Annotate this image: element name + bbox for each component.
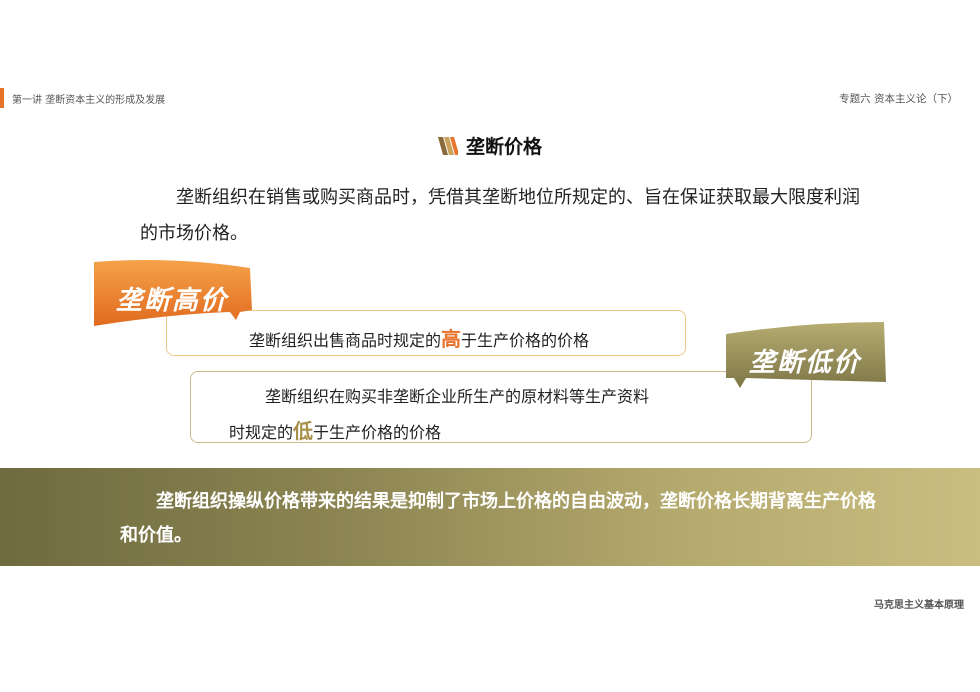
high-price-tag: 垄断高价 [90, 258, 254, 330]
low-price-tag-label: 垄断低价 [748, 348, 861, 378]
conclusion-band: 垄断组织操纵价格带来的结果是抑制了市场上价格的自由波动，垄断价格长期背离生产价格… [0, 468, 980, 566]
definition-text: 垄断组织在销售或购买商品时，凭借其垄断地位所规定的、旨在保证获取最大限度利润的市… [140, 187, 860, 244]
header-accent-bar [0, 88, 4, 108]
low-price-tag: 垄断低价 [722, 322, 888, 392]
section-title: 垄断价格 [0, 132, 980, 159]
high-price-text: 垄断组织出售商品时规定的高于生产价格的价格 [249, 327, 590, 351]
high-price-tag-label: 垄断高价 [115, 286, 228, 316]
highlight-low: 低 [293, 419, 314, 443]
title-text: 垄断价格 [465, 136, 542, 158]
header-left: 第一讲 垄断资本主义的形成及发展 [0, 88, 165, 108]
conclusion-text: 垄断组织操纵价格带来的结果是抑制了市场上价格的自由波动，垄断价格长期背离生产价格… [120, 491, 876, 546]
lecture-title: 第一讲 垄断资本主义的形成及发展 [12, 94, 166, 106]
low-price-box: 垄断组织在购买非垄断企业所生产的原材料等生产资料 时规定的低于生产价格的价格 [190, 371, 812, 443]
topic-title: 专题六 资本主义论（下） [839, 93, 958, 105]
stripes-icon [437, 136, 458, 155]
low-price-text: 垄断组织在购买非垄断企业所生产的原材料等生产资料 时规定的低于生产价格的价格 [229, 387, 650, 443]
highlight-high: 高 [441, 327, 462, 351]
course-footer: 马克思主义基本原理 [874, 600, 964, 611]
